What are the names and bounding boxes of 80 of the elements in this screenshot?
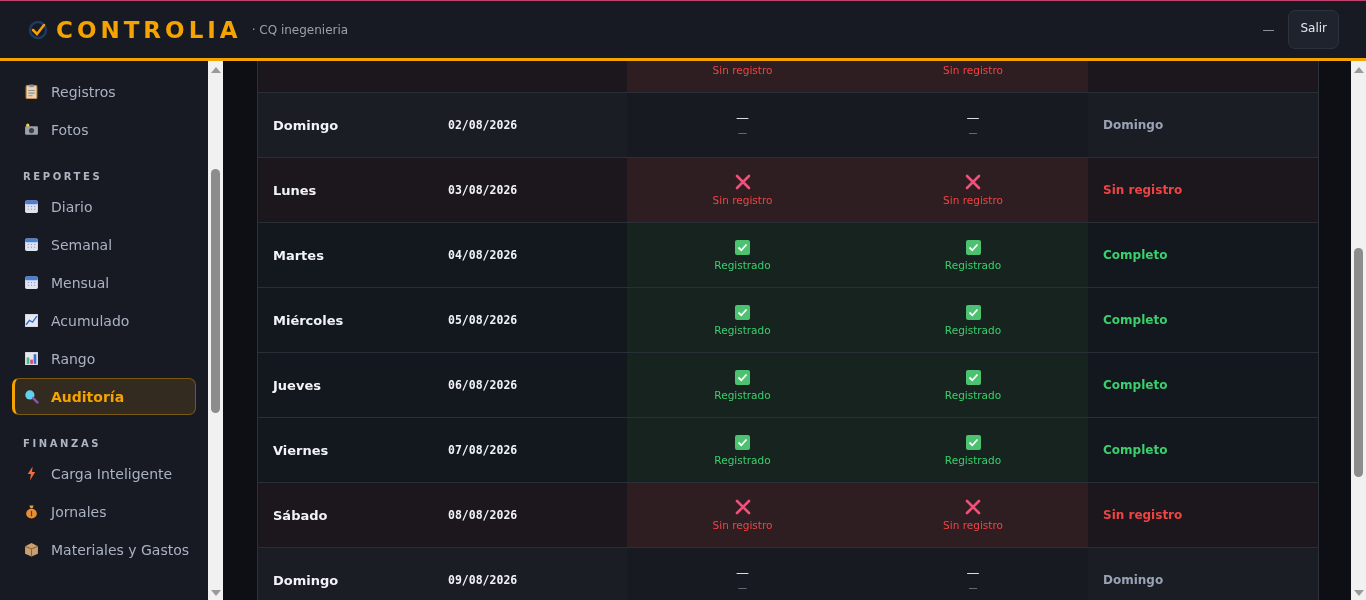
- day-cell-text: Domingo: [272, 116, 340, 135]
- clipboard-icon: [24, 84, 39, 99]
- entry-cell: Registrado: [627, 353, 858, 417]
- line-chart-icon: [24, 313, 39, 328]
- status-cell-text: Completo: [1102, 377, 1169, 394]
- date-cell-text: 04/08/2026: [447, 247, 519, 264]
- minimize-button[interactable]: —: [1258, 22, 1279, 37]
- scrollbar[interactable]: [1351, 61, 1366, 600]
- sidebar-item[interactable]: Fotos: [12, 111, 196, 148]
- date-cell-text: 05/08/2026: [447, 312, 519, 329]
- date-cell-text: 08/08/2026: [447, 507, 519, 524]
- sidebar-item[interactable]: Jornales: [12, 493, 196, 530]
- sidebar-item[interactable]: Mensual: [12, 264, 196, 301]
- date-cell-text: 06/08/2026: [447, 377, 519, 394]
- box-icon: [24, 542, 39, 557]
- sidebar-item[interactable]: Semanal: [12, 226, 196, 263]
- status-cell-text: Completo: [1102, 442, 1169, 459]
- status-cell-text: Completo: [1102, 312, 1169, 329]
- cross-icon: [965, 174, 981, 190]
- checkbox-icon: [965, 434, 981, 450]
- entry-cell: Registrado: [858, 353, 1088, 417]
- status-cell-text: Sin registro: [1102, 182, 1184, 199]
- camera-icon: [24, 122, 39, 137]
- bar-chart-icon: [24, 351, 39, 366]
- date-cell-text: 09/08/2026: [447, 572, 519, 589]
- entry-cell: Registrado: [627, 288, 858, 352]
- status-cell-text: Domingo: [1102, 117, 1165, 134]
- day-cell-text: Viernes: [272, 441, 330, 460]
- sidebar-item[interactable]: Materiales y Gastos: [12, 531, 196, 568]
- section-heading: REPORTES: [22, 170, 104, 184]
- company-name: · CQ inegenieria: [251, 22, 349, 37]
- date-cell-text: 02/08/2026: [447, 117, 519, 134]
- sidebar-item[interactable]: Acumulado: [12, 302, 196, 339]
- day-cell-text: Sábado: [272, 506, 329, 525]
- entry-cell: Registrado: [858, 288, 1088, 352]
- cross-icon: [734, 174, 751, 190]
- checkbox-icon: [735, 304, 750, 320]
- entry-cell: Sin registro: [627, 61, 858, 92]
- calendar-icon: [24, 199, 39, 214]
- entry-cell: Sin registro: [858, 61, 1088, 92]
- calendar-icon: [24, 275, 39, 290]
- day-cell-text: Martes: [272, 246, 325, 265]
- money-bag-icon: [24, 504, 39, 519]
- cross-icon: [965, 499, 981, 515]
- entry-cell: Sin registro: [627, 483, 858, 547]
- checkbox-icon: [735, 239, 750, 255]
- search-icon: [24, 389, 39, 404]
- day-cell-text: Domingo: [272, 571, 340, 590]
- entry-cell: Sin registro: [858, 483, 1088, 547]
- sidebar-item[interactable]: Auditoría: [12, 378, 196, 415]
- sidebar-item[interactable]: Rango: [12, 340, 196, 377]
- entry-cell: Sin registro: [858, 158, 1088, 222]
- logout-button[interactable]: Salir: [1288, 10, 1339, 49]
- brand-name: CONTROLIA: [56, 16, 242, 43]
- status-cell-text: Completo: [1102, 247, 1169, 264]
- status-cell-text: Sin registro: [1102, 507, 1184, 524]
- checkbox-icon: [965, 304, 981, 320]
- check-circle-icon: [28, 19, 48, 40]
- entry-cell: Registrado: [858, 418, 1088, 482]
- cross-icon: [734, 499, 751, 515]
- date-cell-text: 07/08/2026: [447, 442, 519, 459]
- entry-cell: Registrado: [858, 223, 1088, 287]
- checkbox-icon: [965, 239, 981, 255]
- sidebar-item[interactable]: Carga Inteligente: [12, 455, 196, 492]
- sidebar-item[interactable]: Diario: [12, 188, 196, 225]
- day-cell-text: Miércoles: [272, 311, 345, 330]
- day-cell-text: Lunes: [272, 181, 318, 200]
- entry-cell: Registrado: [627, 223, 858, 287]
- section-heading: FINANZAS: [22, 437, 103, 451]
- date-cell-text: 03/08/2026: [447, 182, 519, 199]
- checkbox-icon: [735, 434, 750, 450]
- status-cell-text: Domingo: [1102, 572, 1165, 589]
- entry-cell: Registrado: [627, 418, 858, 482]
- day-cell-text: Jueves: [271, 376, 322, 395]
- scrollbar[interactable]: [208, 61, 223, 600]
- entry-cell: Sin registro: [627, 158, 858, 222]
- checkbox-icon: [965, 369, 981, 385]
- checkbox-icon: [735, 369, 750, 385]
- sidebar-item[interactable]: Registros: [12, 73, 196, 110]
- calendar-icon: [24, 237, 39, 252]
